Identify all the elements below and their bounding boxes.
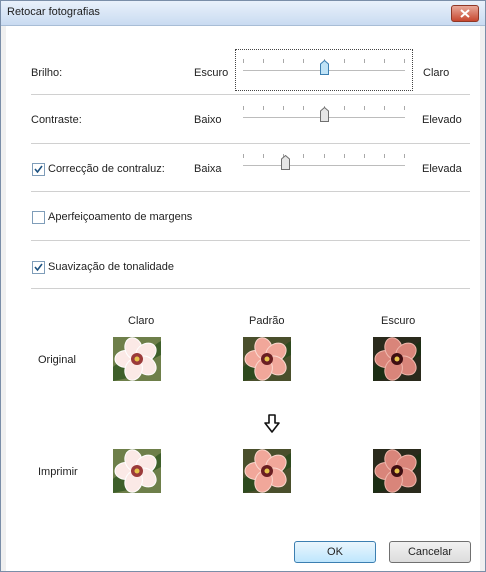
title-bar: Retocar fotografias xyxy=(1,1,485,26)
slider-tick xyxy=(404,154,405,158)
slider-tick xyxy=(404,59,405,63)
brightness-label: Brilho: xyxy=(31,67,63,79)
edges-checkbox[interactable] xyxy=(32,211,45,224)
smoothing-label: Suavização de tonalidade xyxy=(48,261,174,273)
slider-tick xyxy=(324,154,325,158)
contrast-min-label: Baixo xyxy=(194,114,222,126)
slider-tick xyxy=(364,59,365,63)
dialog-content: Brilho: Escuro Claro Contraste: Baixo El… xyxy=(6,26,480,571)
ok-button[interactable]: OK xyxy=(294,541,376,563)
slider-tick xyxy=(344,106,345,110)
backlight-slider[interactable] xyxy=(243,153,405,177)
slider-tick xyxy=(243,154,244,158)
column-header-standard: Padrão xyxy=(249,315,285,327)
slider-thumb[interactable] xyxy=(320,107,329,122)
brightness-slider[interactable] xyxy=(243,58,405,82)
slider-tick xyxy=(303,106,304,110)
backlight-max-label: Elevada xyxy=(422,163,462,175)
slider-tick xyxy=(344,154,345,158)
down-arrow-icon xyxy=(264,414,280,433)
checkmark-icon xyxy=(34,263,43,272)
separator xyxy=(31,94,470,95)
column-header-light: Claro xyxy=(128,315,155,327)
slider-tick xyxy=(303,154,304,158)
edges-label: Aperfeiçoamento de margens xyxy=(48,211,193,223)
retouch-dialog: Retocar fotografias Brilho: Escuro Claro… xyxy=(0,0,486,572)
slider-tick xyxy=(263,59,264,63)
backlight-label: Correcção de contraluz: xyxy=(48,163,165,175)
slider-tick xyxy=(344,59,345,63)
preview-print-standard xyxy=(243,449,291,493)
separator xyxy=(31,191,470,192)
slider-tick xyxy=(404,106,405,110)
preview-original-light xyxy=(113,337,161,381)
contrast-slider[interactable] xyxy=(243,105,405,129)
slider-tick xyxy=(364,154,365,158)
cancel-button[interactable]: Cancelar xyxy=(389,541,471,563)
preview-original-dark xyxy=(373,337,421,381)
slider-tick xyxy=(384,154,385,158)
separator xyxy=(31,240,470,241)
row-label-original: Original xyxy=(38,354,76,366)
separator xyxy=(31,143,470,144)
column-header-dark: Escuro xyxy=(381,315,416,327)
separator xyxy=(31,288,470,289)
slider-tick xyxy=(283,59,284,63)
preview-original-standard xyxy=(243,337,291,381)
close-icon xyxy=(460,9,470,18)
slider-tick xyxy=(263,106,264,110)
preview-print-light xyxy=(113,449,161,493)
slider-tick xyxy=(364,106,365,110)
backlight-checkbox[interactable] xyxy=(32,163,45,176)
slider-thumb[interactable] xyxy=(320,60,329,75)
slider-tick xyxy=(263,154,264,158)
slider-tick xyxy=(283,106,284,110)
preview-print-dark xyxy=(373,449,421,493)
row-label-print: Imprimir xyxy=(38,466,78,478)
checkmark-icon xyxy=(34,165,43,174)
slider-tick xyxy=(384,106,385,110)
backlight-min-label: Baixa xyxy=(194,163,222,175)
brightness-max-label: Claro xyxy=(423,67,450,79)
close-button[interactable] xyxy=(451,5,479,22)
slider-tick xyxy=(243,106,244,110)
slider-tick xyxy=(243,59,244,63)
slider-tick xyxy=(384,59,385,63)
brightness-min-label: Escuro xyxy=(194,67,229,79)
contrast-label: Contraste: xyxy=(31,114,82,126)
contrast-max-label: Elevado xyxy=(422,114,462,126)
window-title: Retocar fotografias xyxy=(7,6,100,18)
slider-tick xyxy=(303,59,304,63)
slider-track[interactable] xyxy=(243,165,405,167)
smoothing-checkbox[interactable] xyxy=(32,261,45,274)
slider-thumb[interactable] xyxy=(281,155,290,170)
